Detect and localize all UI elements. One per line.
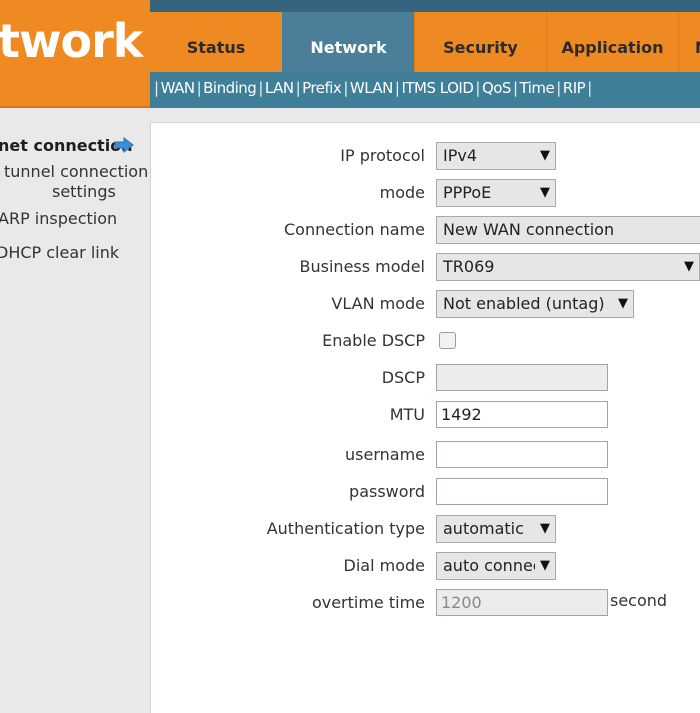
enable-dscp-label: Enable DSCP — [322, 331, 425, 350]
subnav-binding[interactable]: Binding — [203, 79, 257, 97]
ip-protocol-select[interactable]: IPv4 ▼ — [436, 142, 556, 170]
subnav-separator: | — [475, 79, 480, 97]
tab-security[interactable]: Security — [414, 12, 546, 72]
auth-type-value: automatic — [443, 519, 524, 538]
ip-protocol-label: IP protocol — [340, 146, 425, 165]
sidebar: net connection tunnel connection setting… — [0, 108, 150, 700]
mode-label: mode — [379, 183, 425, 202]
business-model-label: Business model — [299, 257, 425, 276]
mtu-label: MTU — [389, 405, 425, 424]
connection-name-value: New WAN connection — [443, 220, 615, 239]
sidebar-item-label: tunnel connection — [4, 162, 149, 181]
auth-type-select[interactable]: automatic ▼ — [436, 515, 556, 543]
connection-name-select[interactable]: New WAN connection — [436, 216, 700, 244]
row-overtime: overtime time 1200 second — [151, 589, 700, 619]
subnav-separator: | — [587, 79, 592, 97]
logo-banner: twork — [0, 0, 150, 108]
connection-name-label: Connection name — [284, 220, 425, 239]
dscp-label: DSCP — [381, 368, 425, 387]
row-mode: mode PPPoE ▼ — [151, 179, 700, 209]
overtime-input[interactable]: 1200 — [436, 589, 608, 616]
password-label: password — [349, 482, 425, 501]
mtu-input[interactable]: 1492 — [436, 401, 608, 428]
row-connection-name: Connection name New WAN connection — [151, 216, 700, 246]
dial-mode-value: auto connec — [443, 556, 535, 575]
subnav-separator: | — [295, 79, 301, 97]
chevron-down-icon: ▼ — [540, 521, 550, 536]
wan-config-panel: IP protocol IPv4 ▼ mode PPPoE ▼ Connecti… — [150, 122, 700, 713]
username-label: username — [345, 445, 425, 464]
chevron-down-icon: ▼ — [618, 296, 628, 311]
tab-application[interactable]: Application — [546, 12, 678, 72]
sidebar-item-net-connection[interactable]: net connection — [0, 136, 148, 155]
subnav-time[interactable]: Time — [520, 79, 555, 97]
sidebar-item-dhcp-clear-link[interactable]: DHCP clear link — [0, 243, 146, 262]
vlan-mode-value: Not enabled (untag) — [443, 294, 605, 313]
subnav-separator: | — [556, 79, 561, 97]
business-model-select[interactable]: TR069 ▼ — [436, 253, 700, 281]
row-enable-dscp: Enable DSCP — [151, 327, 700, 357]
subnav-separator: | — [196, 79, 202, 97]
vlan-mode-label: VLAN mode — [331, 294, 425, 313]
sub-navigation: | WAN | Binding | LAN | Prefix | WLAN | ITMS LOID | Q… — [150, 72, 700, 108]
chevron-down-icon: ▼ — [684, 259, 694, 274]
row-dscp: DSCP — [151, 364, 700, 394]
subnav-itms-loid[interactable]: ITMS LOID — [401, 79, 473, 97]
chevron-down-icon: ▼ — [540, 185, 550, 200]
row-mtu: MTU 1492 — [151, 401, 700, 431]
subnav-separator: | — [512, 79, 518, 97]
sidebar-item-label: net connection — [0, 136, 133, 155]
sidebar-item-arp-inspection[interactable]: ARP inspection — [0, 209, 148, 228]
subnav-separator: | — [154, 79, 159, 97]
row-ip-protocol: IP protocol IPv4 ▼ — [151, 142, 700, 172]
username-input[interactable] — [436, 441, 608, 468]
overtime-label: overtime time — [311, 593, 425, 612]
auth-type-label: Authentication type — [266, 519, 425, 538]
chevron-down-icon: ▼ — [540, 148, 550, 163]
tab-status[interactable]: Status — [150, 12, 282, 72]
subnav-wlan[interactable]: WLAN — [350, 79, 394, 97]
business-model-value: TR069 — [443, 257, 495, 276]
tab-network[interactable]: Network — [282, 12, 414, 72]
tab-m[interactable]: M — [678, 12, 700, 72]
row-dial-mode: Dial mode auto connec ▼ — [151, 552, 700, 582]
mode-select[interactable]: PPPoE ▼ — [436, 179, 556, 207]
logo-text: twork — [0, 14, 143, 68]
dial-mode-label: Dial mode — [343, 556, 425, 575]
password-input[interactable] — [436, 478, 608, 505]
main-tabs: Status Network Security Application M — [150, 12, 700, 72]
subnav-rip[interactable]: RIP — [563, 79, 586, 97]
row-business-model: Business model TR069 ▼ — [151, 253, 700, 283]
sidebar-item-label: ARP inspection — [0, 209, 118, 228]
top-band — [150, 0, 700, 12]
subnav-lan[interactable]: LAN — [265, 79, 294, 97]
vlan-mode-select[interactable]: Not enabled (untag) ▼ — [436, 290, 634, 318]
chevron-down-icon: ▼ — [540, 558, 550, 573]
subnav-qos[interactable]: QoS — [482, 79, 512, 97]
subnav-separator: | — [258, 79, 263, 97]
row-password: password — [151, 478, 700, 508]
dscp-input[interactable] — [436, 364, 608, 391]
row-vlan-mode: VLAN mode Not enabled (untag) ▼ — [151, 290, 700, 320]
dial-mode-select[interactable]: auto connec ▼ — [436, 552, 556, 580]
arrow-right-icon — [114, 137, 134, 153]
enable-dscp-checkbox[interactable] — [439, 332, 456, 349]
row-auth-type: Authentication type automatic ▼ — [151, 515, 700, 545]
mode-value: PPPoE — [443, 183, 492, 202]
overtime-unit: second — [610, 591, 668, 610]
subnav-separator: | — [343, 79, 348, 97]
subnav-prefix[interactable]: Prefix — [302, 79, 342, 97]
sidebar-item-label: DHCP clear link — [0, 243, 120, 262]
sidebar-item-tunnel-connection[interactable]: tunnel connection settings — [4, 162, 154, 202]
ip-protocol-value: IPv4 — [443, 146, 478, 165]
subnav-wan[interactable]: WAN — [161, 79, 196, 97]
row-username: username — [151, 441, 700, 471]
sidebar-item-label: settings — [52, 182, 116, 201]
